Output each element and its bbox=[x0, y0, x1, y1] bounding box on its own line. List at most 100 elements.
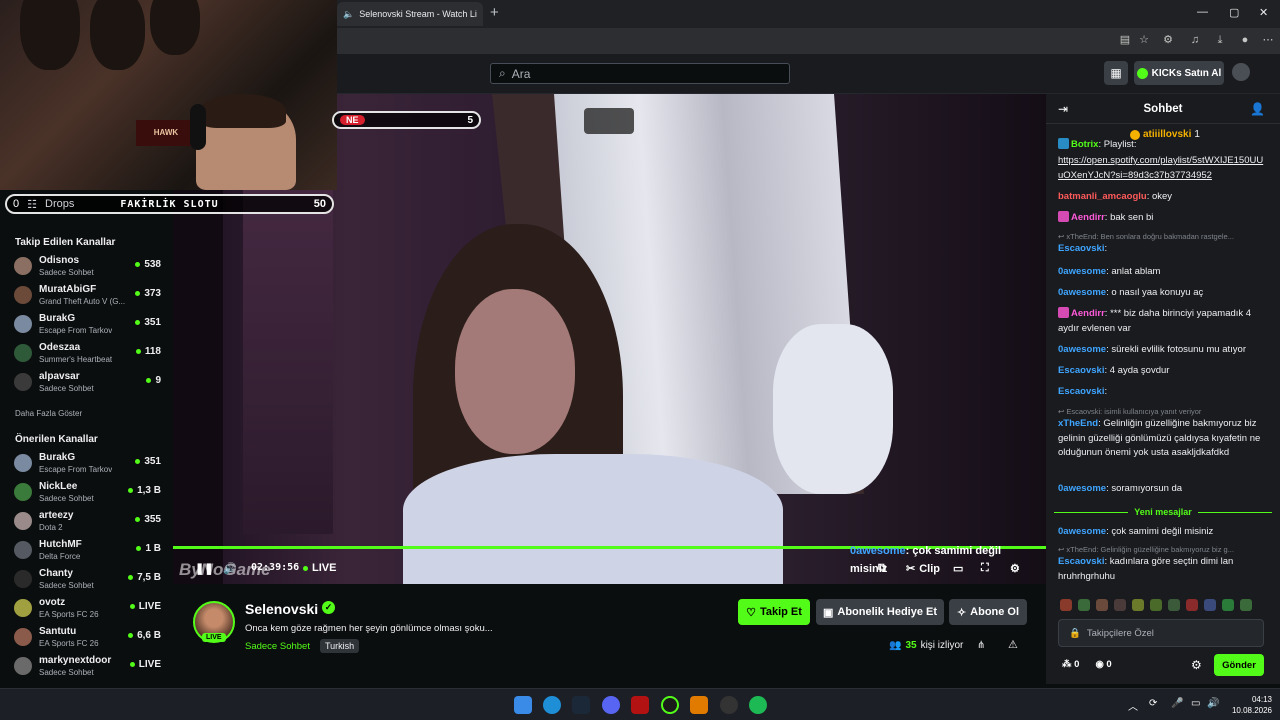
more-menu-icon[interactable]: ⋯ bbox=[1261, 33, 1275, 47]
settings-icon[interactable]: ⚙ bbox=[1010, 562, 1020, 575]
chat-username[interactable]: Escaovski bbox=[1058, 365, 1104, 376]
chat-username[interactable]: batmanli_amcaoglu bbox=[1058, 191, 1147, 202]
emote-icon[interactable] bbox=[1222, 599, 1234, 611]
pip-icon[interactable]: ⧉ bbox=[878, 562, 886, 575]
report-icon[interactable]: ⚠ bbox=[1008, 638, 1018, 651]
downloads-icon[interactable]: ⤓ bbox=[1213, 33, 1227, 47]
tray-volume-icon[interactable]: 🔊 bbox=[1207, 698, 1219, 709]
maximize-button[interactable]: ▢ bbox=[1229, 6, 1239, 19]
tab-close-icon[interactable]: ✕ bbox=[482, 8, 483, 21]
chat-username[interactable]: Escaovski bbox=[1058, 556, 1104, 567]
emote-icon[interactable] bbox=[1204, 599, 1216, 611]
emote-icon[interactable] bbox=[1150, 599, 1162, 611]
chat-settings-icon[interactable]: ⚙ bbox=[1191, 658, 1202, 672]
points-a[interactable]: ⁂ 0 bbox=[1062, 659, 1079, 670]
user-avatar[interactable] bbox=[1232, 63, 1250, 81]
share-icon[interactable]: ⋔ bbox=[977, 640, 985, 651]
sidebar-channel[interactable]: markynextdoor Sadece Sohbet LIVE bbox=[14, 653, 164, 681]
minimize-button[interactable]: — bbox=[1197, 6, 1208, 18]
chat-username[interactable]: Botrix bbox=[1071, 139, 1098, 150]
sidebar-channel[interactable]: Odeszaa Summer's Heartbeat 118 bbox=[14, 340, 164, 368]
emote-icon[interactable] bbox=[1114, 599, 1126, 611]
sidebar-channel[interactable]: MuratAbiGF Grand Theft Auto V (G... 373 bbox=[14, 282, 164, 310]
subscribe-button[interactable]: ✧ Abone Ol bbox=[949, 599, 1027, 625]
sidebar-channel[interactable]: BurakG Escape From Tarkov 351 bbox=[14, 450, 164, 478]
tray-sync-icon[interactable]: ⟳ bbox=[1149, 698, 1157, 709]
stream-tag[interactable]: Turkish bbox=[320, 639, 360, 653]
layout-toggle-button[interactable]: ▦ bbox=[1104, 61, 1128, 85]
chat-input[interactable]: 🔒 Takipçilere Özel bbox=[1058, 619, 1264, 647]
game-launcher-icon[interactable] bbox=[690, 696, 708, 714]
extensions-icon[interactable]: ⚙ bbox=[1161, 33, 1175, 47]
viewer-count: 1,3 B bbox=[137, 485, 161, 496]
pause-icon[interactable]: ❚❚ bbox=[195, 562, 213, 575]
chat-username[interactable]: Aendirr bbox=[1071, 308, 1105, 319]
spotify-icon[interactable] bbox=[749, 696, 767, 714]
buy-kicks-button[interactable]: KICKs Satın Al bbox=[1134, 61, 1224, 85]
sidebar-channel[interactable]: Santutu EA Sports FC 26 6,6 B bbox=[14, 624, 164, 652]
favorite-star-icon[interactable]: ☆ bbox=[1137, 33, 1151, 47]
send-button[interactable]: Gönder bbox=[1214, 654, 1264, 676]
sidebar-channel[interactable]: arteezy Dota 2 355 bbox=[14, 508, 164, 536]
viewer-number: 35 bbox=[905, 640, 917, 651]
app-icon-2[interactable] bbox=[720, 696, 738, 714]
media-icon[interactable]: ♫ bbox=[1188, 33, 1202, 47]
obs-kick-icon[interactable] bbox=[631, 696, 649, 714]
streamer-name[interactable]: Selenovski bbox=[245, 601, 318, 617]
chat-users-icon[interactable]: 👤 bbox=[1250, 102, 1265, 116]
sidebar-channel[interactable]: Odisnos Sadece Sohbet 538 bbox=[14, 253, 164, 281]
chat-username[interactable]: xTheEnd bbox=[1058, 418, 1098, 429]
chat-link[interactable]: https://open.spotify.com/playlist/5stWXI… bbox=[1058, 155, 1263, 181]
sidebar-channel[interactable]: Chanty Sadece Sohbet 7,5 B bbox=[14, 566, 164, 594]
chat-username[interactable]: Escaovski bbox=[1058, 243, 1104, 254]
chat-username[interactable]: 0awesome bbox=[1058, 287, 1106, 298]
sidebar-channel[interactable]: HutchMF Delta Force 1 B bbox=[14, 537, 164, 565]
edge-icon[interactable] bbox=[543, 696, 561, 714]
sidebar-channel[interactable]: NickLee Sadece Sohbet 1,3 B bbox=[14, 479, 164, 507]
browser-tab[interactable]: 🔈 Selenovski Stream - Watch Li ✕ bbox=[337, 2, 483, 26]
chat-username[interactable]: 0awesome bbox=[1058, 266, 1106, 277]
sidebar-channel[interactable]: BurakG Escape From Tarkov 351 bbox=[14, 311, 164, 339]
channel-name: BurakG bbox=[39, 313, 76, 324]
chat-username[interactable]: 0awesome bbox=[1058, 483, 1106, 494]
emote-icon[interactable] bbox=[1132, 599, 1144, 611]
tray-chevron-icon[interactable]: ︿ bbox=[1128, 698, 1138, 713]
channel-viewers: LIVE bbox=[129, 659, 161, 670]
reader-icon[interactable]: ▤ bbox=[1118, 33, 1132, 47]
emote-icon[interactable] bbox=[1060, 599, 1072, 611]
emote-icon[interactable] bbox=[1096, 599, 1108, 611]
new-tab-button[interactable]: + bbox=[490, 4, 499, 21]
follow-button[interactable]: ♡ Takip Et bbox=[738, 599, 810, 625]
theater-mode-buttons[interactable] bbox=[584, 108, 634, 134]
taskbar-clock[interactable]: 04:13 10.08.2026 bbox=[1226, 694, 1272, 716]
stream-category[interactable]: Sadece Sohbet bbox=[245, 641, 310, 652]
speaker-icon[interactable]: 🔈 bbox=[343, 9, 354, 20]
chat-username[interactable]: Escaovski bbox=[1058, 386, 1104, 397]
emote-icon[interactable] bbox=[1186, 599, 1198, 611]
profile-icon[interactable]: ● bbox=[1238, 33, 1252, 47]
chat-username[interactable]: Aendirr bbox=[1071, 212, 1105, 223]
volume-icon[interactable]: 🔊 bbox=[223, 562, 237, 575]
emote-icon[interactable] bbox=[1078, 599, 1090, 611]
tray-display-icon[interactable]: ▭ bbox=[1191, 698, 1200, 709]
tray-mic-icon[interactable]: 🎤 bbox=[1171, 698, 1183, 709]
discord-icon[interactable] bbox=[602, 696, 620, 714]
emote-icon[interactable] bbox=[1168, 599, 1180, 611]
chat-username[interactable]: 0awesome bbox=[1058, 344, 1106, 355]
sidebar-channel[interactable]: alpavsar Sadece Sohbet 9 bbox=[14, 369, 164, 397]
close-window-button[interactable]: ✕ bbox=[1259, 6, 1268, 19]
channel-viewers: 1 B bbox=[136, 543, 161, 554]
gift-sub-button[interactable]: ▣ Abonelik Hediye Et bbox=[816, 599, 944, 625]
points-b[interactable]: ◉ 0 bbox=[1095, 659, 1111, 670]
steam-icon[interactable] bbox=[572, 696, 590, 714]
chat-username[interactable]: 0awesome bbox=[1058, 526, 1106, 537]
start-icon[interactable] bbox=[514, 696, 532, 714]
show-more-link[interactable]: Daha Fazla Göster bbox=[15, 409, 82, 418]
theater-icon[interactable]: ▭ bbox=[953, 562, 963, 575]
app-icon[interactable] bbox=[661, 696, 679, 714]
fullscreen-icon[interactable]: ⛶ bbox=[981, 562, 989, 575]
search-input[interactable]: ⌕ Ara bbox=[490, 63, 790, 84]
sidebar-channel[interactable]: ovotz EA Sports FC 26 LIVE bbox=[14, 595, 164, 623]
emote-icon[interactable] bbox=[1240, 599, 1252, 611]
clip-button[interactable]: ✂ Clip bbox=[906, 562, 940, 576]
